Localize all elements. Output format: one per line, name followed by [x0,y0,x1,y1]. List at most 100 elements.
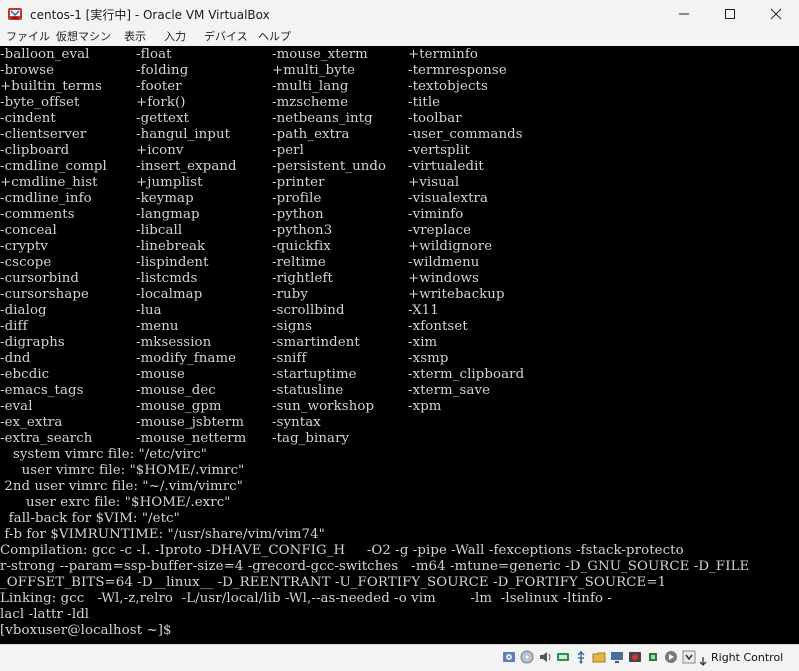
terminal-feature-row: -conceal -libcall -python3 -vreplace [0,223,799,239]
maximize-icon [725,9,735,19]
minimize-button[interactable] [661,0,707,28]
shell-prompt: [vboxuser@localhost ~]$ [0,623,799,639]
feature-flag: -insert_expand [136,159,237,174]
recording-icon[interactable] [628,650,642,664]
mouse-integration-icon[interactable] [664,650,678,664]
host-key-label: Right Control [711,651,784,664]
terminal-output-line: Linking: gcc -Wl,-z,relro -L/usr/local/l… [0,591,799,607]
feature-flag: -langmap [136,207,200,222]
usb-icon[interactable] [574,650,588,664]
feature-flag: -libcall [136,223,183,238]
menu-devices[interactable]: デバイス [204,30,248,44]
terminal-output-line: r-strong --param=ssp-buffer-size=4 -grec… [0,559,799,575]
feature-flag: +jumplist [136,175,203,190]
terminal-feature-row: -dialog -lua -scrollbind -X11 [0,303,799,319]
feature-flag: -textobjects [408,79,488,94]
terminal-feature-row: -clientserver -hangul_input -path_extra -us… [0,127,799,143]
feature-flag: +fork() [136,95,186,110]
feature-flag: -mouse_netterm [136,431,247,446]
terminal-feature-row: -emacs_tags -mouse_dec -statusline -xterm_s… [0,383,799,399]
feature-flag: -startuptime [272,367,357,382]
terminal-feature-row: -cscope -lispindent -reltime -wildmenu [0,255,799,271]
feature-flag: -smartindent [272,335,360,350]
feature-flag: -wildmenu [408,255,480,270]
terminal-output-line: 2nd user vimrc file: "~/.vim/vimrc" [0,479,799,495]
feature-flag: -cmdline_compl [0,159,107,174]
terminal-feature-row: -cmdline_compl -insert_expand -persistent_… [0,159,799,175]
feature-flag: -statusline [272,383,344,398]
optical-drive-icon[interactable] [520,650,534,664]
feature-flag: -comments [0,207,75,222]
feature-flag: -multi_lang [272,79,349,94]
terminal-text: lacl -lattr -ldl [0,607,90,622]
feature-flag: -cscope [0,255,52,270]
feature-flag: -dnd [0,351,31,366]
feature-flag: -xterm_clipboard [408,367,525,382]
feature-flag: -lispindent [136,255,209,270]
display-icon[interactable] [610,650,624,664]
hard-disk-icon[interactable] [502,650,516,664]
terminal-feature-row: -diff -menu -signs -xfontset [0,319,799,335]
cpu-icon[interactable] [646,650,660,664]
feature-flag: -mzscheme [272,95,349,110]
terminal-text: r-strong --param=ssp-buffer-size=4 -grec… [0,559,750,574]
menu-machine[interactable]: 仮想マシン [56,30,111,44]
close-icon [770,8,782,20]
host-key-arrow-icon [697,652,709,666]
terminal-feature-row: -browse -folding +multi_byte -termresponse [0,63,799,79]
menu-help[interactable]: ヘルプ [258,30,291,44]
terminal-output-line: fall-back for $VIM: "/etc" [0,511,799,527]
virtualbox-app-icon [8,8,22,20]
feature-flag: -vreplace [408,223,472,238]
feature-flag: -ex_extra [0,415,63,430]
terminal-feature-row: -ebcdic -mouse -startuptime -xterm_clipboar… [0,367,799,383]
guest-terminal-screen[interactable]: -balloon_eval -float -mouse_xterm +terminfo… [0,46,799,644]
terminal-feature-row: -cursorbind -listcmds -rightleft +windows [0,271,799,287]
shared-folders-icon[interactable] [592,650,606,664]
feature-flag: -emacs_tags [0,383,84,398]
network-icon[interactable] [556,650,570,664]
feature-flag: -footer [136,79,182,94]
feature-flag: -browse [0,63,55,78]
feature-flag: +visual [408,175,460,190]
feature-flag: -xsmp [408,351,449,366]
feature-flag: -balloon_eval [0,47,90,62]
menu-input[interactable]: 入力 [164,30,186,44]
feature-flag: +iconv [136,143,184,158]
maximize-button[interactable] [707,0,753,28]
feature-flag: -termresponse [408,63,507,78]
arrow-down-icon[interactable] [682,650,696,664]
feature-flag: +wildignore [408,239,493,254]
audio-icon[interactable] [538,650,552,664]
feature-flag: -syntax [272,415,321,430]
minimize-icon [679,13,689,15]
feature-flag: -python [272,207,324,222]
feature-flag: -tag_binary [272,431,350,446]
terminal-feature-row: -cmdline_info -keymap -profile -visualextra [0,191,799,207]
window-title: centos-1 [実行中] - Oracle VM VirtualBox [30,8,270,22]
terminal-text: system vimrc file: "/etc/virc" [0,447,208,462]
menu-view[interactable]: 表示 [124,30,146,44]
terminal-text: user exrc file: "$HOME/.exrc" [0,495,231,510]
feature-flag: -xpm [408,399,442,414]
feature-flag: -eval [0,399,33,414]
menu-file[interactable]: ファイル [6,30,50,44]
feature-flag: -scrollbind [272,303,345,318]
feature-flag: -cursorbind [0,271,79,286]
close-button[interactable] [753,0,799,28]
feature-flag: -localmap [136,287,203,302]
terminal-text: user vimrc file: "$HOME/.vimrc" [0,463,245,478]
feature-flag: -perl [272,143,304,158]
terminal-feature-row: -ex_extra -mouse_jsbterm -syntax [0,415,799,431]
terminal-text: _OFFSET_BITS=64 -D__linux__ -D_REENTRANT… [0,575,667,590]
feature-flag: -X11 [408,303,439,318]
feature-flag: -dialog [0,303,47,318]
feature-flag: -linebreak [136,239,206,254]
feature-flag: +windows [408,271,479,286]
terminal-text: 2nd user vimrc file: "~/.vim/vimrc" [0,479,243,494]
feature-flag: +cmdline_hist [0,175,98,190]
feature-flag: -path_extra [272,127,350,142]
terminal-feature-row: +cmdline_hist +jumplist -printer +visual [0,175,799,191]
feature-flag: -rightleft [272,271,333,286]
menu-bar: ファイル 仮想マシン 表示 入力 デバイス ヘルプ [0,28,799,46]
